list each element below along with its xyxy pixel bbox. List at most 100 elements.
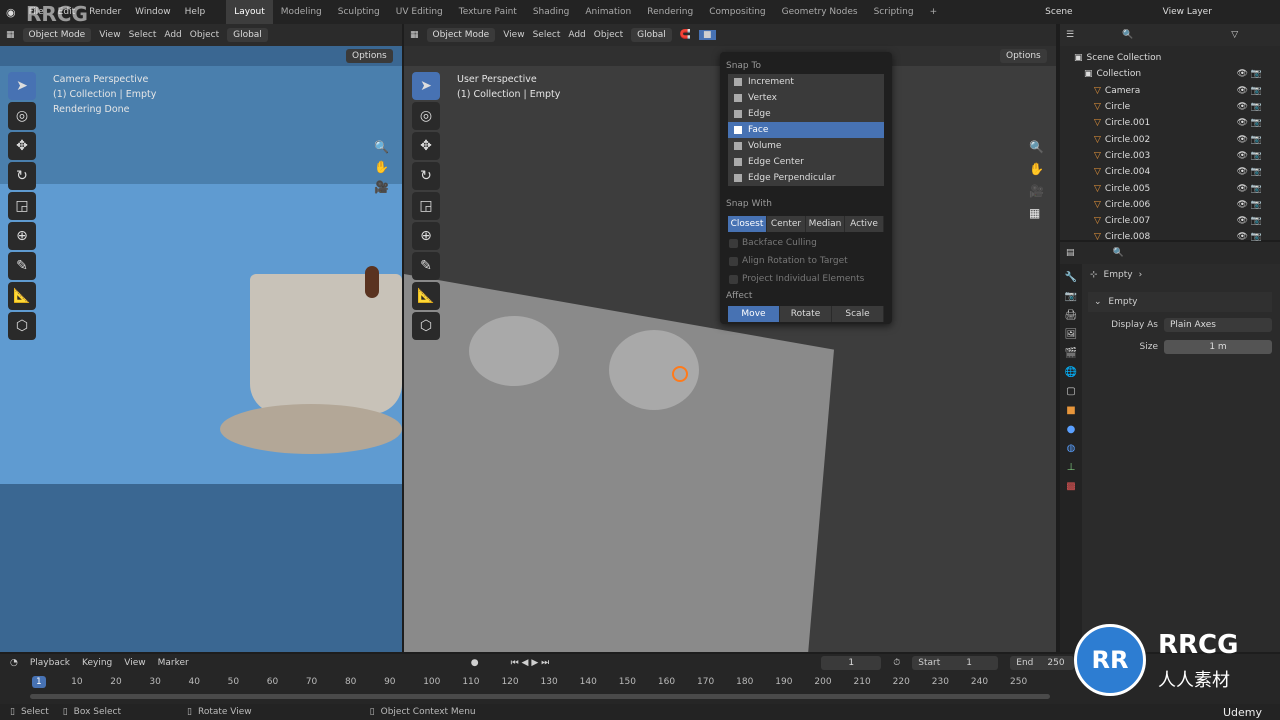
filter-icon[interactable]: ▽ <box>1231 30 1238 40</box>
transform-tool-icon[interactable]: ⊕ <box>412 222 440 250</box>
zoom-icon[interactable]: 🔍 <box>1029 140 1044 154</box>
tab-layout[interactable]: Layout <box>226 0 273 24</box>
main-menu-select[interactable]: Select <box>533 30 561 40</box>
left-menu-object[interactable]: Object <box>190 30 219 40</box>
affect-move[interactable]: Move <box>728 306 780 322</box>
camera-toggle-icon[interactable]: 📷 <box>1251 232 1262 242</box>
size-field[interactable]: 1 m <box>1164 340 1272 354</box>
align-rotation-checkbox[interactable]: Align Rotation to Target <box>728 252 884 270</box>
snap-increment-item[interactable]: Increment <box>728 74 884 90</box>
snap-face-item[interactable]: Face <box>728 122 884 138</box>
add-cube-tool-icon[interactable]: ⬡ <box>412 312 440 340</box>
snap-edge-center-item[interactable]: Edge Center <box>728 154 884 170</box>
menu-keying[interactable]: Keying <box>82 658 112 668</box>
main-menu-add[interactable]: Add <box>568 30 585 40</box>
main-options-button[interactable]: Options <box>1000 49 1047 63</box>
properties-type-icon[interactable]: ▤ <box>1066 248 1075 258</box>
search-icon[interactable]: 🔍 <box>1122 30 1133 40</box>
camera-toggle-icon[interactable]: 📷 <box>1251 200 1262 210</box>
backface-culling-checkbox[interactable]: Backface Culling <box>728 234 884 252</box>
tab-compositing[interactable]: Compositing <box>701 0 773 24</box>
eye-icon[interactable]: 👁 <box>1237 167 1248 177</box>
grid-icon[interactable]: ▦ <box>1029 206 1044 220</box>
left-mode-dropdown[interactable]: Object Mode <box>22 28 92 42</box>
snap-with-center[interactable]: Center <box>767 216 806 232</box>
move-tool-icon[interactable]: ✥ <box>8 132 36 160</box>
affect-rotate[interactable]: Rotate <box>780 306 832 322</box>
camera-toggle-icon[interactable]: 📷 <box>1251 118 1262 128</box>
menu-window[interactable]: Window <box>128 7 178 17</box>
main-orientation-dropdown[interactable]: Global <box>631 28 672 42</box>
select-tool-icon[interactable]: ➤ <box>8 72 36 100</box>
move-tool-icon[interactable]: ✥ <box>412 132 440 160</box>
outliner-item[interactable]: ▽ Circle.001 👁 📷 <box>1074 115 1272 131</box>
snap-edge-perpendicular-item[interactable]: Edge Perpendicular <box>728 170 884 186</box>
annotate-tool-icon[interactable]: ✎ <box>8 252 36 280</box>
eye-icon[interactable]: 👁 <box>1237 151 1248 161</box>
tab-modeling[interactable]: Modeling <box>273 0 330 24</box>
eye-icon[interactable]: 👁 <box>1237 184 1248 194</box>
left-menu-add[interactable]: Add <box>164 30 181 40</box>
physics-tab-icon[interactable]: ● <box>1067 424 1076 435</box>
scale-tool-icon[interactable]: ◲ <box>8 192 36 220</box>
select-tool-icon[interactable]: ➤ <box>412 72 440 100</box>
view-layer-selector[interactable]: View Layer <box>1163 7 1212 17</box>
rotate-tool-icon[interactable]: ↻ <box>8 162 36 190</box>
constraints-tab-icon[interactable]: ◍ <box>1067 443 1076 454</box>
project-individual-checkbox[interactable]: Project Individual Elements <box>728 270 884 288</box>
camera-icon[interactable]: 🎥 <box>1029 184 1044 198</box>
tab-texture-paint[interactable]: Texture Paint <box>451 0 525 24</box>
menu-help[interactable]: Help <box>178 7 213 17</box>
data-tab-icon[interactable]: ⊥ <box>1067 462 1076 473</box>
camera-icon[interactable]: 🎥 <box>374 180 389 194</box>
annotate-tool-icon[interactable]: ✎ <box>412 252 440 280</box>
outliner-item[interactable]: ▽ Circle 👁 📷 <box>1074 99 1272 115</box>
timeline-ruler[interactable]: 1 10 20 30 40 50 60 70 80 90 100 110 120 130 140 150 160… <box>0 672 1060 702</box>
outliner-item[interactable]: ▽ Circle.006 👁 📷 <box>1074 197 1272 213</box>
tab-sculpting[interactable]: Sculpting <box>330 0 388 24</box>
rotate-tool-icon[interactable]: ↻ <box>412 162 440 190</box>
snap-with-closest[interactable]: Closest <box>728 216 767 232</box>
eye-icon[interactable]: 👁 <box>1237 135 1248 145</box>
outliner-item[interactable]: ▽ Circle.005 👁 📷 <box>1074 180 1272 196</box>
texture-tab-icon[interactable]: ▩ <box>1066 481 1075 492</box>
snap-volume-item[interactable]: Volume <box>728 138 884 154</box>
snap-target-icon[interactable]: ■ <box>699 30 716 40</box>
main-menu-object[interactable]: Object <box>594 30 623 40</box>
zoom-icon[interactable]: 🔍 <box>374 140 389 154</box>
left-menu-view[interactable]: View <box>99 30 120 40</box>
camera-toggle-icon[interactable]: 📷 <box>1251 184 1262 194</box>
outliner-type-icon[interactable]: ☰ <box>1066 30 1074 40</box>
outliner-item[interactable]: ▽ Circle.007 👁 📷 <box>1074 213 1272 229</box>
add-workspace-icon[interactable]: + <box>922 0 946 24</box>
tab-rendering[interactable]: Rendering <box>639 0 701 24</box>
camera-toggle-icon[interactable]: 📷 <box>1251 69 1262 79</box>
outliner-item[interactable]: ▽ Circle.004 👁 📷 <box>1074 164 1272 180</box>
snap-with-active[interactable]: Active <box>845 216 884 232</box>
pan-icon[interactable]: ✋ <box>1029 162 1044 176</box>
collection-tab-icon[interactable]: ▢ <box>1066 386 1075 397</box>
menu-playback[interactable]: Playback <box>30 658 70 668</box>
clock-icon[interactable]: ◔ <box>10 658 18 668</box>
tab-animation[interactable]: Animation <box>577 0 639 24</box>
snap-icon[interactable]: 🧲 <box>680 30 691 40</box>
snap-edge-item[interactable]: Edge <box>728 106 884 122</box>
object-tab-icon[interactable]: ■ <box>1066 405 1075 416</box>
display-as-dropdown[interactable]: Plain Axes <box>1164 318 1272 332</box>
scene-collection-row[interactable]: ▣ Scene Collection <box>1074 50 1272 66</box>
render-tab-icon[interactable]: 📷 <box>1065 291 1077 302</box>
camera-toggle-icon[interactable]: 📷 <box>1251 151 1262 161</box>
tab-uv-editing[interactable]: UV Editing <box>388 0 451 24</box>
eye-icon[interactable]: 👁 <box>1237 216 1248 226</box>
menu-marker[interactable]: Marker <box>158 658 189 668</box>
snap-vertex-item[interactable]: Vertex <box>728 90 884 106</box>
add-cube-tool-icon[interactable]: ⬡ <box>8 312 36 340</box>
playback-controls-icon[interactable]: ⏮ ◀ ▶ ⏭ <box>511 658 550 668</box>
camera-viewport[interactable]: ▦ Object Mode View Select Add Object Glo… <box>0 24 402 652</box>
editor-type-icon[interactable]: ▦ <box>6 30 15 40</box>
eye-icon[interactable]: 👁 <box>1237 232 1248 242</box>
eye-icon[interactable]: 👁 <box>1237 200 1248 210</box>
left-options-button[interactable]: Options <box>346 49 393 63</box>
timeline-scrollbar[interactable] <box>30 694 1050 699</box>
tool-tab-icon[interactable]: 🔧 <box>1065 272 1077 283</box>
